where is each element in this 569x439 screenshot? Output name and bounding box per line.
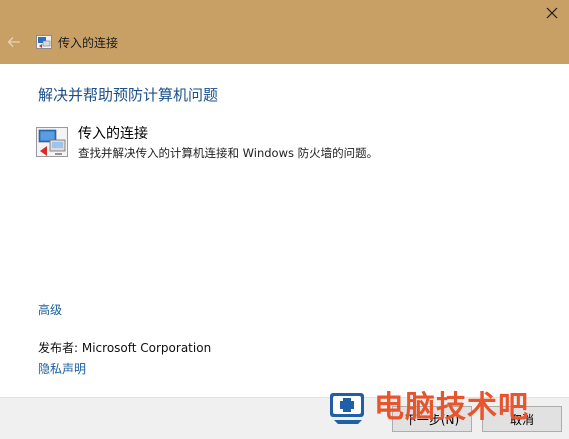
advanced-link[interactable]: 高级 (38, 302, 62, 318)
troubleshooter-item[interactable]: 传入的连接 查找并解决传入的计算机连接和 Windows 防火墙的问题。 (36, 125, 436, 161)
title-bar: 传入的连接 (0, 0, 569, 64)
publisher-text: 发布者: Microsoft Corporation (38, 341, 212, 355)
back-arrow-icon (7, 37, 20, 47)
network-connection-icon (36, 35, 52, 49)
page-heading: 解决并帮助预防计算机问题 (38, 86, 219, 104)
watermark: 电脑技术吧 (328, 388, 569, 438)
watermark-text: 电脑技术吧 (374, 390, 529, 425)
item-description: 查找并解决传入的计算机连接和 Windows 防火墙的问题。 (78, 146, 379, 160)
watermark-logo-icon (330, 393, 364, 424)
close-button[interactable] (541, 2, 563, 24)
item-title: 传入的连接 (78, 126, 148, 142)
privacy-statement-link[interactable]: 隐私声明 (38, 361, 86, 377)
back-button[interactable] (6, 34, 22, 50)
network-connection-icon (36, 127, 68, 157)
close-icon (546, 7, 558, 19)
window-title: 传入的连接 (58, 36, 119, 50)
